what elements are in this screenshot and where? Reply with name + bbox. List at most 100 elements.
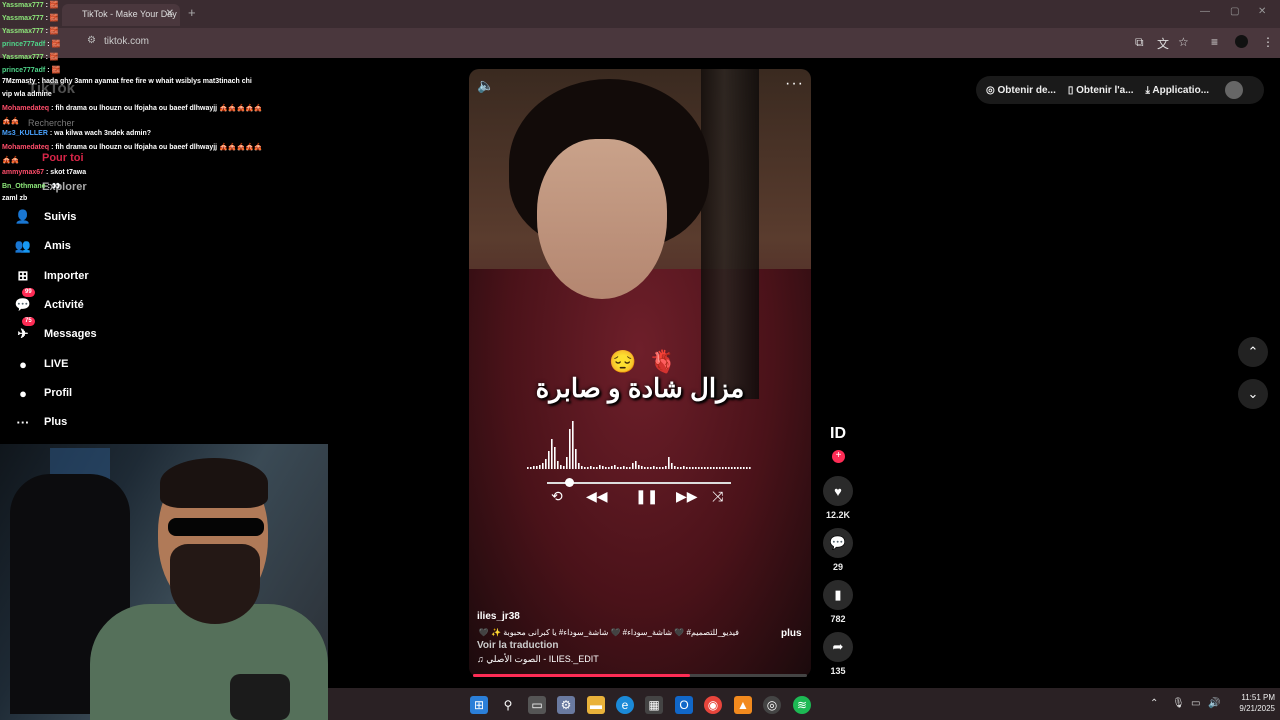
get-coins-button[interactable]: ◎ Obtenir de... xyxy=(986,85,1056,96)
sidebar-item-pour-toi[interactable]: Pour toi xyxy=(42,152,84,164)
outlook-icon[interactable]: O xyxy=(675,696,693,714)
comment-action[interactable]: 💬 29 xyxy=(822,528,854,572)
sidebar-item-amis[interactable]: 👥 Amis xyxy=(14,235,71,257)
minimize-icon[interactable]: — xyxy=(1200,6,1210,17)
bookmark-star-icon[interactable]: ☆ xyxy=(1178,35,1189,49)
waveform-bar xyxy=(692,467,694,469)
video-caption-overlay: مزال شادة و صابرة xyxy=(535,373,745,403)
get-app-button[interactable]: ▯ Obtenir l'a... xyxy=(1068,85,1134,96)
url-field[interactable]: tiktok.com xyxy=(104,36,149,47)
tab-title: TikTok - Make Your Day xyxy=(82,9,177,19)
video-player[interactable]: 🔈 ··· 😔 🫀 مزال شادة و صابرة ⟲ ◀◀ ❚❚ ▶▶ ⤨ xyxy=(469,69,811,677)
media-control-icon[interactable]: ≡ xyxy=(1211,35,1218,49)
site-info-icon[interactable]: ⚙ xyxy=(87,35,96,46)
microphone-tray-icon[interactable]: 🎙 xyxy=(1172,698,1185,709)
chat-text: vip wla admine xyxy=(2,91,52,99)
tab-tiktok[interactable]: TikTok - Make Your Day ✕ xyxy=(62,4,180,26)
sidebar-item-suivis[interactable]: 👤 Suivis xyxy=(14,206,77,228)
save-action[interactable]: ▮ 782 xyxy=(822,580,854,624)
share-action[interactable]: ➦ 135 xyxy=(822,632,854,676)
waveform-bar xyxy=(566,457,568,469)
close-tab-icon[interactable]: ✕ xyxy=(166,8,174,19)
cam-microphone xyxy=(230,674,290,720)
description-more-link[interactable]: plus xyxy=(781,628,802,639)
next-video-button[interactable]: ⌄ xyxy=(1238,379,1268,409)
share-icon[interactable]: ➦ xyxy=(823,632,853,662)
translate-link[interactable]: Voir la traduction xyxy=(477,640,559,651)
cast-icon[interactable]: ⧉ xyxy=(1135,35,1144,50)
waveform-bar xyxy=(710,467,712,469)
music-info[interactable]: ♫ الصوت الأصلي - ILIES._EDIT xyxy=(477,654,599,665)
chat-text: 🎪🎪 xyxy=(2,156,20,164)
maximize-icon[interactable]: ▢ xyxy=(1230,6,1239,17)
edge-icon[interactable]: e xyxy=(616,696,634,714)
live-icon: ● xyxy=(19,356,27,372)
waveform-bar xyxy=(602,466,604,469)
upload-icon: ⊞ xyxy=(17,268,29,283)
chat-username: ammymax67 xyxy=(2,168,45,176)
tray-expand-icon[interactable]: ⌃ xyxy=(1150,698,1158,709)
cam-streamer-beard xyxy=(170,544,260,624)
chat-message: 🎪🎪 xyxy=(2,117,19,125)
chat-text: zaml zb xyxy=(2,194,28,202)
store-icon[interactable]: ▦ xyxy=(645,696,663,714)
heart-icon[interactable]: ♥ xyxy=(823,476,853,506)
more-icon: ··· xyxy=(16,414,30,430)
chat-message: 🎪🎪 xyxy=(2,156,19,164)
waveform-bar xyxy=(731,467,733,469)
taskbar-search-icon[interactable]: ⚲ xyxy=(499,696,517,714)
profile-avatar[interactable] xyxy=(1235,35,1248,48)
desktop-app-button[interactable]: ⤓ Applicatio... xyxy=(1146,85,1210,96)
waveform-bar xyxy=(539,465,541,469)
obs-icon[interactable]: ◎ xyxy=(763,696,781,714)
waveform-bar xyxy=(722,467,724,469)
waveform-bar xyxy=(644,467,646,469)
notification-badge: 75 xyxy=(22,317,35,326)
chat-message: Yassmax777: 🧱 xyxy=(2,53,59,61)
video-progress-bar[interactable] xyxy=(473,674,807,677)
chat-message: prince777adf: 🧱 xyxy=(2,66,60,74)
waveform-bar xyxy=(659,467,661,469)
waveform-bar xyxy=(563,466,565,469)
waveform-bar xyxy=(665,466,667,469)
system-clock[interactable]: 11:51 PM 9/21/2025 xyxy=(1225,692,1275,714)
waveform-bar xyxy=(695,467,697,469)
translate-icon[interactable]: 文 xyxy=(1157,35,1169,52)
sidebar-item-plus[interactable]: ··· Plus xyxy=(14,411,68,433)
waveform-bar xyxy=(575,449,577,469)
task-view-icon[interactable]: ▭ xyxy=(528,696,546,714)
vlc-icon[interactable]: ▲ xyxy=(734,696,752,714)
creator-avatar[interactable]: ID xyxy=(826,425,850,449)
settings-icon[interactable]: ⚙ xyxy=(557,696,575,714)
like-action[interactable]: ♥ 12.2K xyxy=(822,476,854,520)
network-tray-icon[interactable]: ▭ xyxy=(1191,698,1200,709)
close-window-icon[interactable]: ✕ xyxy=(1258,6,1266,17)
sidebar-item-activit[interactable]: 💬 99 Activité xyxy=(14,288,84,316)
sidebar-item-importer[interactable]: ⊞ Importer xyxy=(14,265,89,287)
waveform-bar xyxy=(620,467,622,469)
browser-menu-icon[interactable]: ⋮ xyxy=(1262,35,1274,49)
sidebar-item-live[interactable]: ● LIVE xyxy=(14,353,68,375)
file-explorer-icon[interactable]: ▬ xyxy=(587,696,605,714)
bookmark-icon[interactable]: ▮ xyxy=(823,580,853,610)
sidebar-item-profil[interactable]: ● Profil xyxy=(14,382,72,404)
start-icon[interactable]: ⊞ xyxy=(470,696,488,714)
volume-tray-icon[interactable]: 🔊 xyxy=(1208,698,1220,709)
follow-plus-icon[interactable]: + xyxy=(832,450,845,463)
chat-text: : fih drama ou lhouzn ou lfojaha ou baee… xyxy=(51,105,263,113)
new-tab-icon[interactable]: + xyxy=(188,5,196,20)
chat-username: Mohamedateq xyxy=(2,143,50,151)
volume-icon[interactable]: 🔈 xyxy=(477,77,494,94)
user-avatar[interactable] xyxy=(1225,81,1244,99)
search-input[interactable]: Rechercher xyxy=(28,118,75,128)
video-username[interactable]: ilies_jr38 xyxy=(477,611,520,622)
more-options-icon[interactable]: ··· xyxy=(785,75,804,93)
chat-text: : 🧱 xyxy=(45,2,59,9)
spotify-icon[interactable]: ≋ xyxy=(793,696,811,714)
chrome-icon[interactable]: ◉ xyxy=(704,696,722,714)
sidebar-item-messages[interactable]: ✈ 75 Messages xyxy=(14,317,97,345)
previous-video-button[interactable]: ⌃ xyxy=(1238,337,1268,367)
overlay-progress-knob xyxy=(565,478,574,487)
comment-icon[interactable]: 💬 xyxy=(823,528,853,558)
waveform-bar xyxy=(638,465,640,469)
